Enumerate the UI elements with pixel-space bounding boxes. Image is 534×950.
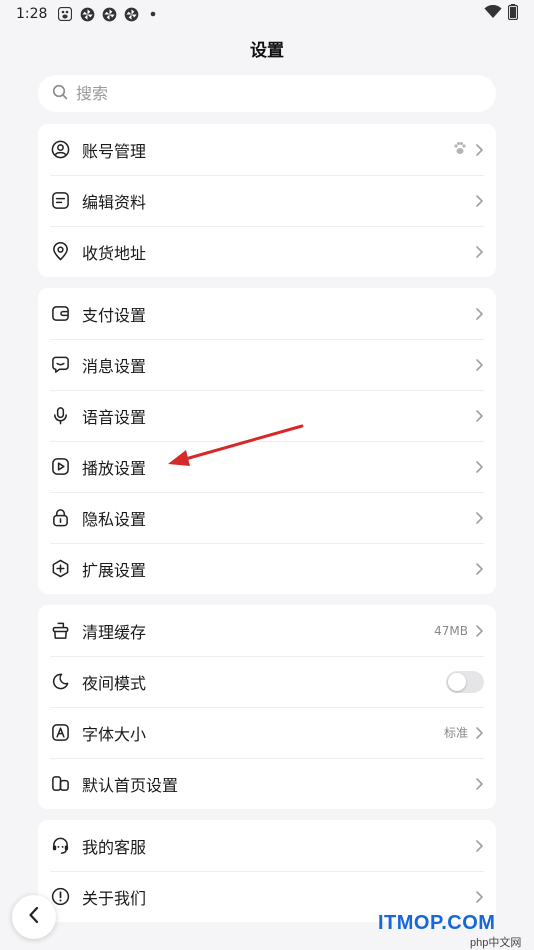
item-label: 关于我们 — [82, 888, 147, 908]
settings-group-general: 清理缓存 47MB 夜间模式 字体大小 标准 默认首页设置 — [38, 605, 496, 809]
chevron-right-icon — [474, 777, 484, 791]
chevron-right-icon — [474, 511, 484, 525]
lock-icon — [50, 508, 70, 528]
item-label: 我的客服 — [82, 837, 147, 857]
toggle-knob — [448, 672, 466, 691]
chevron-right-icon — [474, 358, 484, 372]
location-pin-icon — [50, 242, 70, 262]
play-icon — [50, 457, 70, 477]
chevron-right-icon — [474, 726, 484, 740]
status-time: 1:28 — [16, 6, 48, 22]
search-bar[interactable] — [38, 75, 496, 112]
settings-item-payment[interactable]: 支付设置 — [38, 288, 496, 339]
chevron-left-icon — [27, 905, 41, 929]
chevron-right-icon — [474, 562, 484, 576]
item-label: 语音设置 — [82, 407, 147, 427]
wifi-icon — [484, 4, 502, 23]
settings-item-extensions[interactable]: 扩展设置 — [38, 543, 496, 594]
chevron-right-icon — [474, 245, 484, 259]
item-label: 播放设置 — [82, 458, 147, 478]
settings-item-account-management[interactable]: 账号管理 — [38, 124, 496, 175]
item-label: 收货地址 — [82, 243, 147, 263]
item-label: 隐私设置 — [82, 509, 147, 529]
chevron-right-icon — [474, 624, 484, 638]
chevron-right-icon — [474, 460, 484, 474]
moon-icon — [50, 672, 70, 692]
settings-item-shipping-address[interactable]: 收货地址 — [38, 226, 496, 277]
settings-item-clear-cache[interactable]: 清理缓存 47MB — [38, 605, 496, 656]
watermark-sub: php中文网 — [470, 937, 522, 949]
dot-icon — [145, 6, 161, 22]
settings-item-customer-service[interactable]: 我的客服 — [38, 820, 496, 871]
settings-item-night-mode[interactable]: 夜间模式 — [38, 656, 496, 707]
home-layout-icon — [50, 774, 70, 794]
user-circle-icon — [50, 140, 70, 160]
watermark: ITMOP.COM — [378, 912, 496, 934]
font-size-value: 标准 — [443, 726, 468, 740]
chevron-right-icon — [474, 409, 484, 423]
annotation-arrow — [168, 424, 304, 466]
search-input[interactable] — [76, 84, 456, 103]
chevron-right-icon — [474, 890, 484, 904]
night-mode-toggle[interactable] — [446, 670, 484, 693]
pinwheel-icon — [101, 6, 117, 22]
broom-icon — [50, 621, 70, 641]
settings-item-default-homepage[interactable]: 默认首页设置 — [38, 758, 496, 809]
item-label: 清理缓存 — [82, 622, 147, 642]
item-label: 编辑资料 — [82, 192, 147, 212]
microphone-icon — [50, 406, 70, 426]
back-button[interactable] — [12, 895, 56, 939]
chevron-right-icon — [474, 839, 484, 853]
status-bar: 1:28 — [0, 0, 534, 28]
chevron-right-icon — [474, 194, 484, 208]
settings-item-font-size[interactable]: 字体大小 标准 — [38, 707, 496, 758]
page-title: 设置 — [250, 41, 284, 61]
item-label: 支付设置 — [82, 305, 147, 325]
item-label: 消息设置 — [82, 356, 147, 376]
cache-size-value: 47MB — [434, 623, 468, 638]
font-size-icon — [50, 723, 70, 743]
item-label: 夜间模式 — [82, 673, 147, 693]
search-icon — [52, 84, 68, 104]
plus-hexagon-icon — [50, 559, 70, 579]
edit-note-icon — [50, 191, 70, 211]
battery-icon — [507, 4, 519, 24]
message-icon — [50, 355, 70, 375]
item-label: 扩展设置 — [82, 560, 147, 580]
wallet-icon — [50, 304, 70, 324]
paw-icon — [452, 140, 468, 160]
item-label: 账号管理 — [82, 141, 147, 161]
settings-item-edit-profile[interactable]: 编辑资料 — [38, 175, 496, 226]
settings-item-messages[interactable]: 消息设置 — [38, 339, 496, 390]
chevron-right-icon — [474, 307, 484, 321]
item-label: 默认首页设置 — [82, 775, 179, 795]
pinwheel-icon — [79, 6, 95, 22]
item-label: 字体大小 — [82, 724, 147, 744]
settings-group-account: 账号管理 编辑资料 收货地址 — [38, 124, 496, 277]
headset-icon — [50, 836, 70, 856]
pinwheel-icon — [123, 6, 139, 22]
chevron-right-icon — [474, 143, 484, 157]
info-circle-icon — [50, 887, 70, 907]
settings-group-support: 我的客服 关于我们 — [38, 820, 496, 922]
baidu-paw-icon — [57, 6, 73, 22]
settings-item-privacy[interactable]: 隐私设置 — [38, 492, 496, 543]
